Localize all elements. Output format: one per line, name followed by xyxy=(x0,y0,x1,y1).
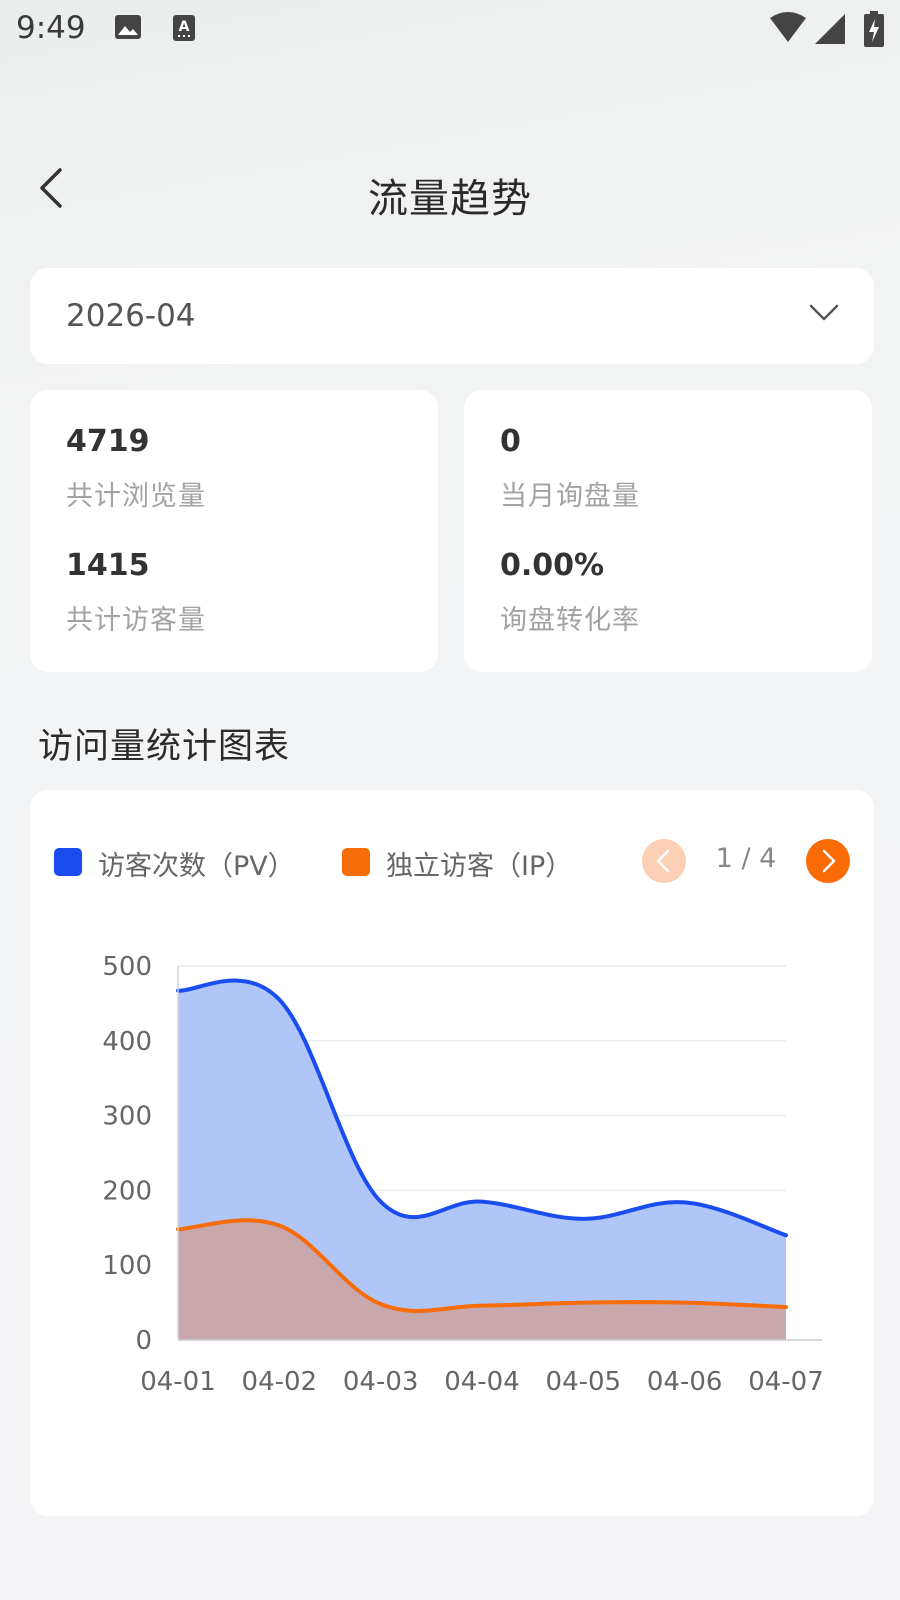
image-notification-icon xyxy=(115,15,141,39)
total-visitors-label: 共计访客量 xyxy=(66,605,206,636)
keyboard-notification-icon: A xyxy=(173,15,195,41)
pager-prev-button[interactable] xyxy=(642,839,686,883)
monthly-inquiries-value: 0 xyxy=(500,424,521,459)
month-select[interactable]: 2026-04 xyxy=(30,268,874,364)
total-pv-value: 4719 xyxy=(66,424,150,459)
chevron-left-icon xyxy=(656,849,670,873)
page-title: 流量趋势 xyxy=(368,176,532,222)
wifi-icon xyxy=(770,12,806,42)
chevron-right-icon xyxy=(822,849,836,873)
conversion-rate-value: 0.00% xyxy=(500,548,605,583)
chevron-down-icon xyxy=(809,304,839,321)
month-select-value: 2026-04 xyxy=(66,298,196,334)
chart-card xyxy=(30,790,874,1516)
signal-icon xyxy=(815,14,845,44)
total-visitors-value: 1415 xyxy=(66,548,150,583)
conversion-rate-label: 询盘转化率 xyxy=(500,605,640,636)
status-bar: 9:49 A xyxy=(0,0,900,60)
legend-label-pv: 访客次数（PV） xyxy=(98,851,295,882)
total-pv-label: 共计浏览量 xyxy=(66,481,206,512)
battery-charging-icon xyxy=(864,11,884,47)
chart-section-title: 访问量统计图表 xyxy=(38,727,291,767)
monthly-inquiries-label: 当月询盘量 xyxy=(500,481,640,512)
pager-indicator: 1 / 4 xyxy=(715,843,777,874)
pager-next-button[interactable] xyxy=(806,839,850,883)
legend-swatch-ip xyxy=(342,848,370,876)
legend-swatch-pv xyxy=(54,848,82,876)
legend-label-ip: 独立访客（IP） xyxy=(386,851,573,882)
status-time: 9:49 xyxy=(16,10,86,46)
svg-text:A: A xyxy=(179,19,190,35)
